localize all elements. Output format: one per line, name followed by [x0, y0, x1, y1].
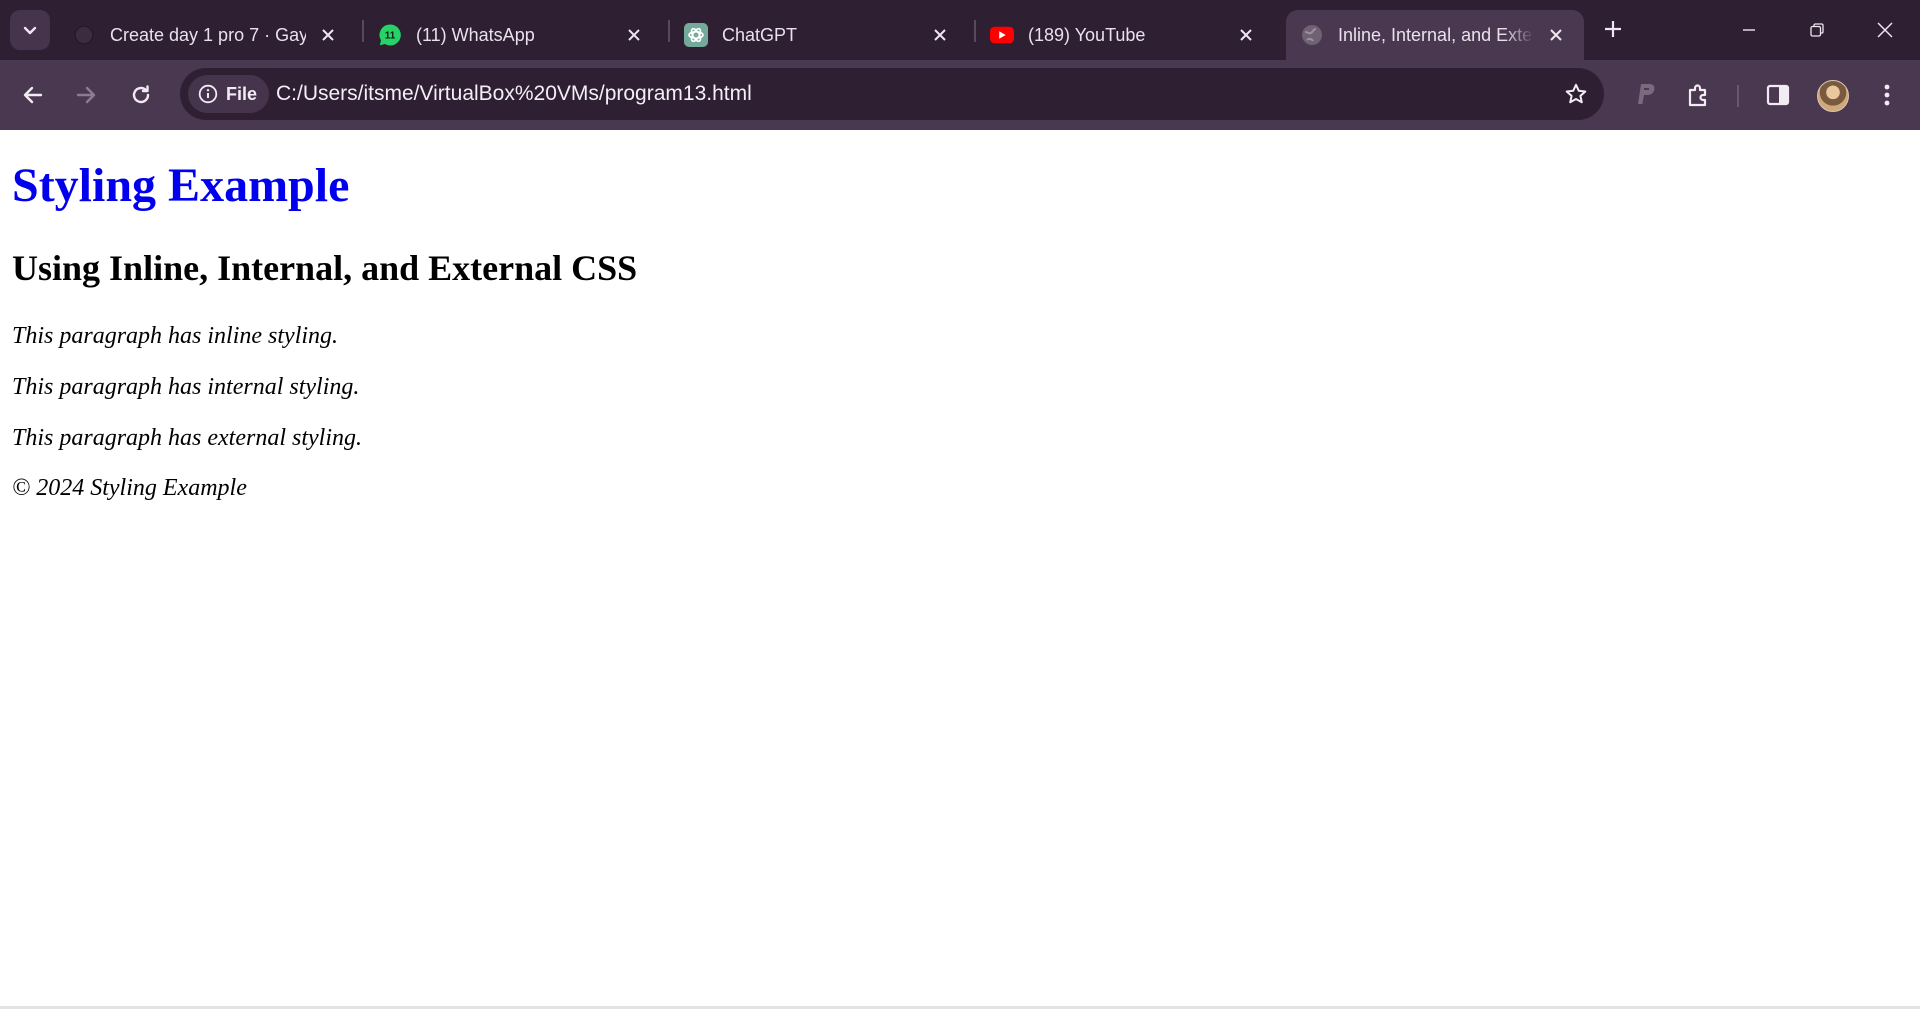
profile-avatar[interactable]: [1817, 80, 1849, 112]
reload-icon: [132, 85, 150, 104]
address-bar[interactable]: File: [180, 68, 1604, 120]
reload-button[interactable]: [121, 75, 161, 115]
tab-search-button[interactable]: [10, 10, 50, 50]
restore-icon: [1810, 23, 1824, 37]
svg-text:11: 11: [385, 31, 396, 42]
back-button[interactable]: [13, 75, 53, 115]
arrow-left-icon: [23, 86, 43, 104]
site-info-chip[interactable]: File: [188, 75, 270, 113]
paragraph-internal: This paragraph has internal styling.: [12, 374, 360, 400]
tab-title: Inline, Internal, and Exter: [1338, 24, 1534, 45]
site-info-label: File: [226, 83, 258, 104]
youtube-icon: [990, 23, 1014, 47]
chevron-down-icon: [23, 26, 37, 35]
paypal-icon: [1638, 84, 1655, 104]
globe-icon: [1300, 23, 1324, 47]
tab-title: Create day 1 pro 7 · Gayu: [110, 24, 306, 45]
close-tab-icon[interactable]: [926, 21, 954, 49]
paragraph-inline: This paragraph has inline styling.: [12, 323, 339, 349]
puzzle-icon: [1688, 84, 1707, 107]
tab-strip: Create day 1 pro 7 · Gayu 11 (11) WhatsA…: [0, 0, 1920, 60]
whatsapp-icon: 11: [378, 23, 402, 47]
tab-youtube[interactable]: (189) YouTube: [976, 10, 1274, 60]
info-icon: [198, 84, 218, 104]
side-panel-icon: [1766, 84, 1790, 106]
tab-whatsapp[interactable]: 11 (11) WhatsApp: [364, 10, 662, 60]
tab-title: ChatGPT: [722, 24, 798, 45]
tab-active-page[interactable]: Inline, Internal, and Exter: [1286, 10, 1584, 60]
tab-title: (189) YouTube: [1028, 24, 1146, 45]
browser-toolbar: File: [0, 60, 1920, 130]
page-heading: Styling Example: [12, 159, 350, 212]
star-icon: [1565, 83, 1587, 104]
github-icon: [72, 23, 96, 47]
page-subheading: Using Inline, Internal, and External CSS: [12, 248, 638, 288]
side-panel-button[interactable]: [1760, 77, 1796, 113]
chatgpt-icon: [684, 23, 708, 47]
extensions-button[interactable]: [1681, 77, 1717, 113]
tab-title: (11) WhatsApp: [416, 24, 535, 45]
close-tab-icon[interactable]: [314, 21, 342, 49]
paypal-extension-button[interactable]: [1628, 77, 1664, 113]
new-tab-button[interactable]: [1596, 12, 1630, 46]
close-tab-icon[interactable]: [1542, 21, 1570, 49]
toolbar-divider: [1737, 85, 1739, 107]
browser-menu-button[interactable]: [1869, 77, 1905, 113]
tab-github[interactable]: Create day 1 pro 7 · Gayu: [58, 10, 356, 60]
page-footer: © 2024 Styling Example: [12, 475, 247, 501]
forward-button[interactable]: [66, 75, 106, 115]
paragraph-external: This paragraph has external styling.: [12, 425, 363, 451]
web-page-content: Styling Example Using Inline, Internal, …: [0, 130, 1920, 1006]
close-tab-icon[interactable]: [1232, 21, 1260, 49]
plus-icon: [1605, 21, 1621, 37]
arrow-right-icon: [76, 86, 96, 104]
bookmark-button[interactable]: [1560, 78, 1592, 110]
restore-button[interactable]: [1784, 0, 1850, 60]
minimize-icon: [1743, 29, 1755, 31]
close-icon: [1877, 22, 1893, 38]
tab-chatgpt[interactable]: ChatGPT: [670, 10, 968, 60]
close-window-button[interactable]: [1852, 0, 1918, 60]
more-vertical-icon: [1884, 84, 1890, 106]
close-tab-icon[interactable]: [620, 21, 648, 49]
url-input[interactable]: [276, 68, 1376, 120]
minimize-button[interactable]: [1716, 0, 1782, 60]
